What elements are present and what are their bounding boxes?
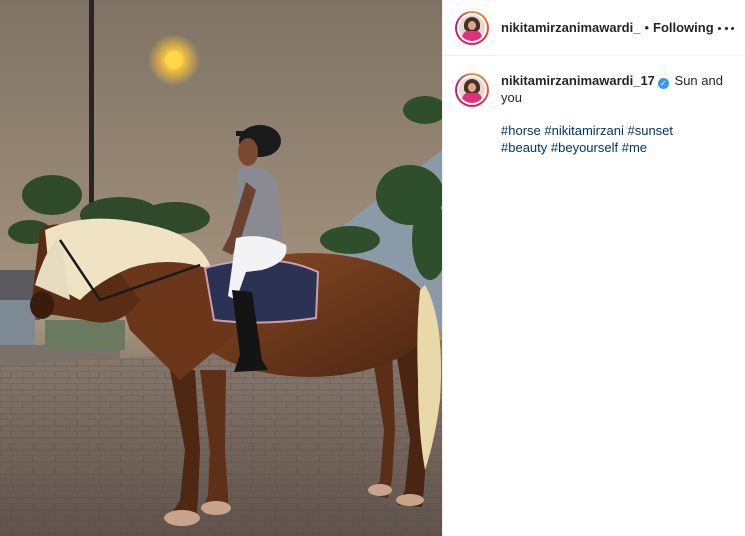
caption-avatar[interactable]: [455, 73, 489, 107]
caption-text-block: nikitamirzanimawardi_17 ✓ Sun and you #ho…: [501, 72, 729, 156]
hashtag-link[interactable]: #horse: [501, 123, 541, 138]
following-button[interactable]: Following: [653, 20, 714, 35]
header-username-link[interactable]: nikitamirzanimawardi_: [501, 20, 640, 35]
photo-illustration: [0, 0, 442, 536]
more-options-icon[interactable]: [718, 22, 734, 34]
post-caption: nikitamirzanimawardi_17 ✓ Sun and you #ho…: [455, 72, 740, 156]
post-viewer: nikitamirzanimawardi_ • Following nikita…: [0, 0, 745, 536]
profile-picture: [459, 14, 485, 41]
hashtag-link[interactable]: #beauty: [501, 140, 547, 155]
post-photo[interactable]: [0, 0, 442, 536]
hashtag-list: #horse #nikitamirzani #sunset #beauty #b…: [501, 122, 729, 156]
hashtag-link[interactable]: #beyourself: [551, 140, 618, 155]
header-avatar[interactable]: [455, 10, 489, 45]
hashtag-link[interactable]: #nikitamirzani: [544, 123, 623, 138]
post-side-panel: nikitamirzanimawardi_ • Following nikita…: [442, 0, 745, 536]
caption-username-link[interactable]: nikitamirzanimawardi_17: [501, 73, 655, 88]
header-separator: •: [644, 20, 650, 35]
post-header: nikitamirzanimawardi_ • Following: [443, 0, 745, 56]
verified-badge-icon: ✓: [657, 78, 669, 89]
hashtag-link[interactable]: #sunset: [627, 123, 673, 138]
hashtag-link[interactable]: #me: [622, 140, 647, 155]
profile-picture: [459, 77, 485, 103]
